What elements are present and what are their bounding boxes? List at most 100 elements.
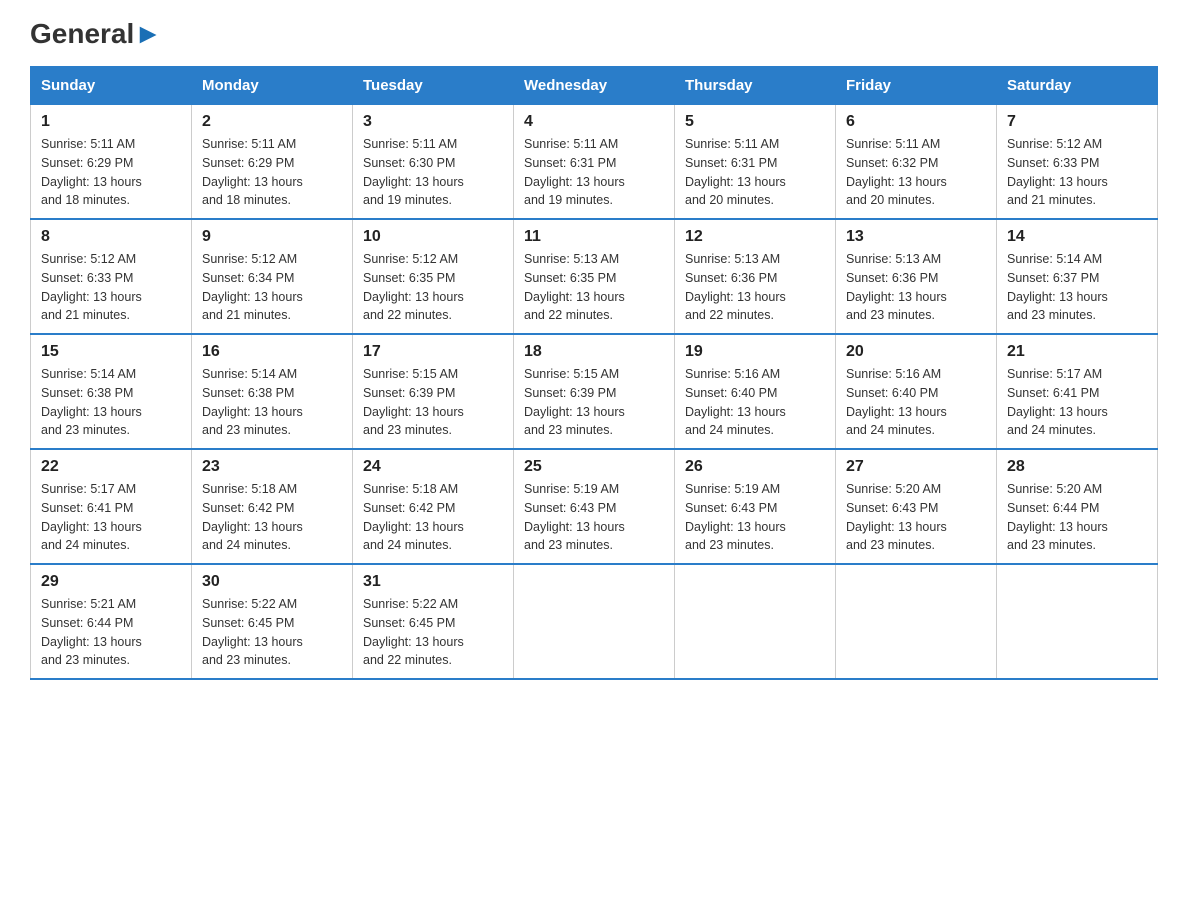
day-info: Sunrise: 5:20 AMSunset: 6:44 PMDaylight:…: [1007, 482, 1108, 552]
day-info: Sunrise: 5:13 AMSunset: 6:36 PMDaylight:…: [846, 252, 947, 322]
day-info: Sunrise: 5:14 AMSunset: 6:38 PMDaylight:…: [202, 367, 303, 437]
day-number: 9: [202, 228, 342, 246]
day-info: Sunrise: 5:19 AMSunset: 6:43 PMDaylight:…: [685, 482, 786, 552]
week-row-5: 29 Sunrise: 5:21 AMSunset: 6:44 PMDaylig…: [31, 564, 1158, 679]
calendar-table: SundayMondayTuesdayWednesdayThursdayFrid…: [30, 66, 1158, 680]
day-number: 5: [685, 113, 825, 131]
day-info: Sunrise: 5:17 AMSunset: 6:41 PMDaylight:…: [41, 482, 142, 552]
day-info: Sunrise: 5:18 AMSunset: 6:42 PMDaylight:…: [202, 482, 303, 552]
calendar-cell: 2 Sunrise: 5:11 AMSunset: 6:29 PMDayligh…: [192, 105, 353, 220]
day-info: Sunrise: 5:18 AMSunset: 6:42 PMDaylight:…: [363, 482, 464, 552]
calendar-cell: [997, 564, 1158, 679]
header-monday: Monday: [192, 67, 353, 105]
day-number: 25: [524, 458, 664, 476]
day-info: Sunrise: 5:19 AMSunset: 6:43 PMDaylight:…: [524, 482, 625, 552]
day-number: 26: [685, 458, 825, 476]
calendar-cell: 11 Sunrise: 5:13 AMSunset: 6:35 PMDaylig…: [514, 219, 675, 334]
calendar-cell: 1 Sunrise: 5:11 AMSunset: 6:29 PMDayligh…: [31, 105, 192, 220]
day-info: Sunrise: 5:11 AMSunset: 6:29 PMDaylight:…: [41, 137, 142, 207]
day-info: Sunrise: 5:11 AMSunset: 6:31 PMDaylight:…: [524, 137, 625, 207]
logo: General►: [30, 20, 162, 46]
calendar-cell: 17 Sunrise: 5:15 AMSunset: 6:39 PMDaylig…: [353, 334, 514, 449]
day-number: 1: [41, 113, 181, 131]
day-info: Sunrise: 5:22 AMSunset: 6:45 PMDaylight:…: [363, 597, 464, 667]
day-number: 17: [363, 343, 503, 361]
day-number: 20: [846, 343, 986, 361]
day-info: Sunrise: 5:13 AMSunset: 6:36 PMDaylight:…: [685, 252, 786, 322]
day-info: Sunrise: 5:13 AMSunset: 6:35 PMDaylight:…: [524, 252, 625, 322]
day-number: 12: [685, 228, 825, 246]
calendar-cell: 19 Sunrise: 5:16 AMSunset: 6:40 PMDaylig…: [675, 334, 836, 449]
day-number: 18: [524, 343, 664, 361]
day-number: 27: [846, 458, 986, 476]
calendar-cell: 24 Sunrise: 5:18 AMSunset: 6:42 PMDaylig…: [353, 449, 514, 564]
day-number: 11: [524, 228, 664, 246]
day-info: Sunrise: 5:11 AMSunset: 6:30 PMDaylight:…: [363, 137, 464, 207]
day-info: Sunrise: 5:14 AMSunset: 6:37 PMDaylight:…: [1007, 252, 1108, 322]
calendar-cell: 21 Sunrise: 5:17 AMSunset: 6:41 PMDaylig…: [997, 334, 1158, 449]
calendar-cell: 15 Sunrise: 5:14 AMSunset: 6:38 PMDaylig…: [31, 334, 192, 449]
day-info: Sunrise: 5:11 AMSunset: 6:29 PMDaylight:…: [202, 137, 303, 207]
calendar-cell: 4 Sunrise: 5:11 AMSunset: 6:31 PMDayligh…: [514, 105, 675, 220]
day-info: Sunrise: 5:20 AMSunset: 6:43 PMDaylight:…: [846, 482, 947, 552]
day-info: Sunrise: 5:12 AMSunset: 6:33 PMDaylight:…: [41, 252, 142, 322]
day-info: Sunrise: 5:12 AMSunset: 6:34 PMDaylight:…: [202, 252, 303, 322]
day-info: Sunrise: 5:11 AMSunset: 6:32 PMDaylight:…: [846, 137, 947, 207]
header-saturday: Saturday: [997, 67, 1158, 105]
logo-arrow: ►: [134, 18, 162, 49]
calendar-cell: 27 Sunrise: 5:20 AMSunset: 6:43 PMDaylig…: [836, 449, 997, 564]
calendar-cell: 7 Sunrise: 5:12 AMSunset: 6:33 PMDayligh…: [997, 105, 1158, 220]
day-number: 4: [524, 113, 664, 131]
day-number: 3: [363, 113, 503, 131]
day-number: 6: [846, 113, 986, 131]
day-info: Sunrise: 5:21 AMSunset: 6:44 PMDaylight:…: [41, 597, 142, 667]
calendar-cell: 3 Sunrise: 5:11 AMSunset: 6:30 PMDayligh…: [353, 105, 514, 220]
calendar-cell: [514, 564, 675, 679]
calendar-cell: [675, 564, 836, 679]
calendar-cell: 16 Sunrise: 5:14 AMSunset: 6:38 PMDaylig…: [192, 334, 353, 449]
day-info: Sunrise: 5:11 AMSunset: 6:31 PMDaylight:…: [685, 137, 786, 207]
day-number: 13: [846, 228, 986, 246]
week-row-4: 22 Sunrise: 5:17 AMSunset: 6:41 PMDaylig…: [31, 449, 1158, 564]
calendar-cell: 23 Sunrise: 5:18 AMSunset: 6:42 PMDaylig…: [192, 449, 353, 564]
week-row-2: 8 Sunrise: 5:12 AMSunset: 6:33 PMDayligh…: [31, 219, 1158, 334]
calendar-cell: 20 Sunrise: 5:16 AMSunset: 6:40 PMDaylig…: [836, 334, 997, 449]
day-number: 16: [202, 343, 342, 361]
calendar-cell: 22 Sunrise: 5:17 AMSunset: 6:41 PMDaylig…: [31, 449, 192, 564]
day-info: Sunrise: 5:17 AMSunset: 6:41 PMDaylight:…: [1007, 367, 1108, 437]
week-row-1: 1 Sunrise: 5:11 AMSunset: 6:29 PMDayligh…: [31, 105, 1158, 220]
day-info: Sunrise: 5:15 AMSunset: 6:39 PMDaylight:…: [524, 367, 625, 437]
page-header: General►: [30, 20, 1158, 46]
calendar-cell: 10 Sunrise: 5:12 AMSunset: 6:35 PMDaylig…: [353, 219, 514, 334]
calendar-cell: 25 Sunrise: 5:19 AMSunset: 6:43 PMDaylig…: [514, 449, 675, 564]
calendar-header-row: SundayMondayTuesdayWednesdayThursdayFrid…: [31, 67, 1158, 105]
day-info: Sunrise: 5:22 AMSunset: 6:45 PMDaylight:…: [202, 597, 303, 667]
calendar-cell: 9 Sunrise: 5:12 AMSunset: 6:34 PMDayligh…: [192, 219, 353, 334]
calendar-cell: [836, 564, 997, 679]
calendar-cell: 14 Sunrise: 5:14 AMSunset: 6:37 PMDaylig…: [997, 219, 1158, 334]
calendar-cell: 29 Sunrise: 5:21 AMSunset: 6:44 PMDaylig…: [31, 564, 192, 679]
day-number: 30: [202, 573, 342, 591]
day-info: Sunrise: 5:14 AMSunset: 6:38 PMDaylight:…: [41, 367, 142, 437]
day-number: 8: [41, 228, 181, 246]
day-number: 28: [1007, 458, 1147, 476]
calendar-cell: 28 Sunrise: 5:20 AMSunset: 6:44 PMDaylig…: [997, 449, 1158, 564]
calendar-cell: 6 Sunrise: 5:11 AMSunset: 6:32 PMDayligh…: [836, 105, 997, 220]
day-number: 24: [363, 458, 503, 476]
day-number: 10: [363, 228, 503, 246]
day-info: Sunrise: 5:15 AMSunset: 6:39 PMDaylight:…: [363, 367, 464, 437]
calendar-cell: 12 Sunrise: 5:13 AMSunset: 6:36 PMDaylig…: [675, 219, 836, 334]
header-thursday: Thursday: [675, 67, 836, 105]
calendar-cell: 30 Sunrise: 5:22 AMSunset: 6:45 PMDaylig…: [192, 564, 353, 679]
calendar-cell: 8 Sunrise: 5:12 AMSunset: 6:33 PMDayligh…: [31, 219, 192, 334]
calendar-cell: 13 Sunrise: 5:13 AMSunset: 6:36 PMDaylig…: [836, 219, 997, 334]
calendar-cell: 5 Sunrise: 5:11 AMSunset: 6:31 PMDayligh…: [675, 105, 836, 220]
day-number: 14: [1007, 228, 1147, 246]
day-number: 15: [41, 343, 181, 361]
day-number: 19: [685, 343, 825, 361]
header-tuesday: Tuesday: [353, 67, 514, 105]
header-wednesday: Wednesday: [514, 67, 675, 105]
day-info: Sunrise: 5:12 AMSunset: 6:35 PMDaylight:…: [363, 252, 464, 322]
header-sunday: Sunday: [31, 67, 192, 105]
day-number: 7: [1007, 113, 1147, 131]
